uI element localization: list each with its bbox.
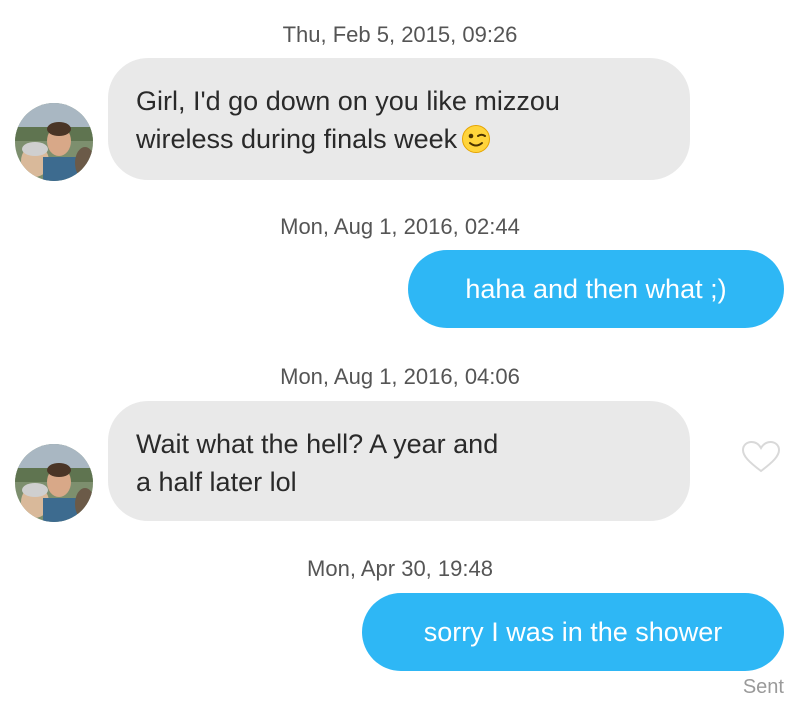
timestamp: Mon, Aug 1, 2016, 02:44 xyxy=(280,214,520,239)
received-message-bubble[interactable]: Girl, I'd go down on you like mizzou wir… xyxy=(108,58,690,180)
avatar[interactable] xyxy=(15,444,93,522)
received-message-bubble[interactable]: Wait what the hell? A year and a half la… xyxy=(108,401,690,521)
profile-photo-icon xyxy=(15,444,93,522)
message-line: Girl, I'd go down on you like mizzou xyxy=(136,86,560,116)
sent-message-bubble[interactable]: sorry I was in the shower xyxy=(362,593,784,671)
heart-outline-icon[interactable] xyxy=(741,440,781,479)
winking-face-icon xyxy=(461,124,491,164)
message-line: a half later lol xyxy=(136,467,297,497)
sent-status: Sent xyxy=(742,676,784,698)
message-text: sorry I was in the shower xyxy=(423,617,723,647)
message-text: haha and then what ;) xyxy=(465,274,727,304)
message-line: wireless during finals week xyxy=(136,120,662,164)
timestamp: Mon, Aug 1, 2016, 04:06 xyxy=(280,364,520,389)
avatar[interactable] xyxy=(15,103,93,181)
message-line: Wait what the hell? A year and xyxy=(136,429,499,459)
timestamp: Mon, Apr 30, 19:48 xyxy=(307,556,493,581)
profile-photo-icon xyxy=(15,103,93,181)
timestamp: Thu, Feb 5, 2015, 09:26 xyxy=(282,22,518,47)
sent-message-bubble[interactable]: haha and then what ;) xyxy=(408,250,784,328)
